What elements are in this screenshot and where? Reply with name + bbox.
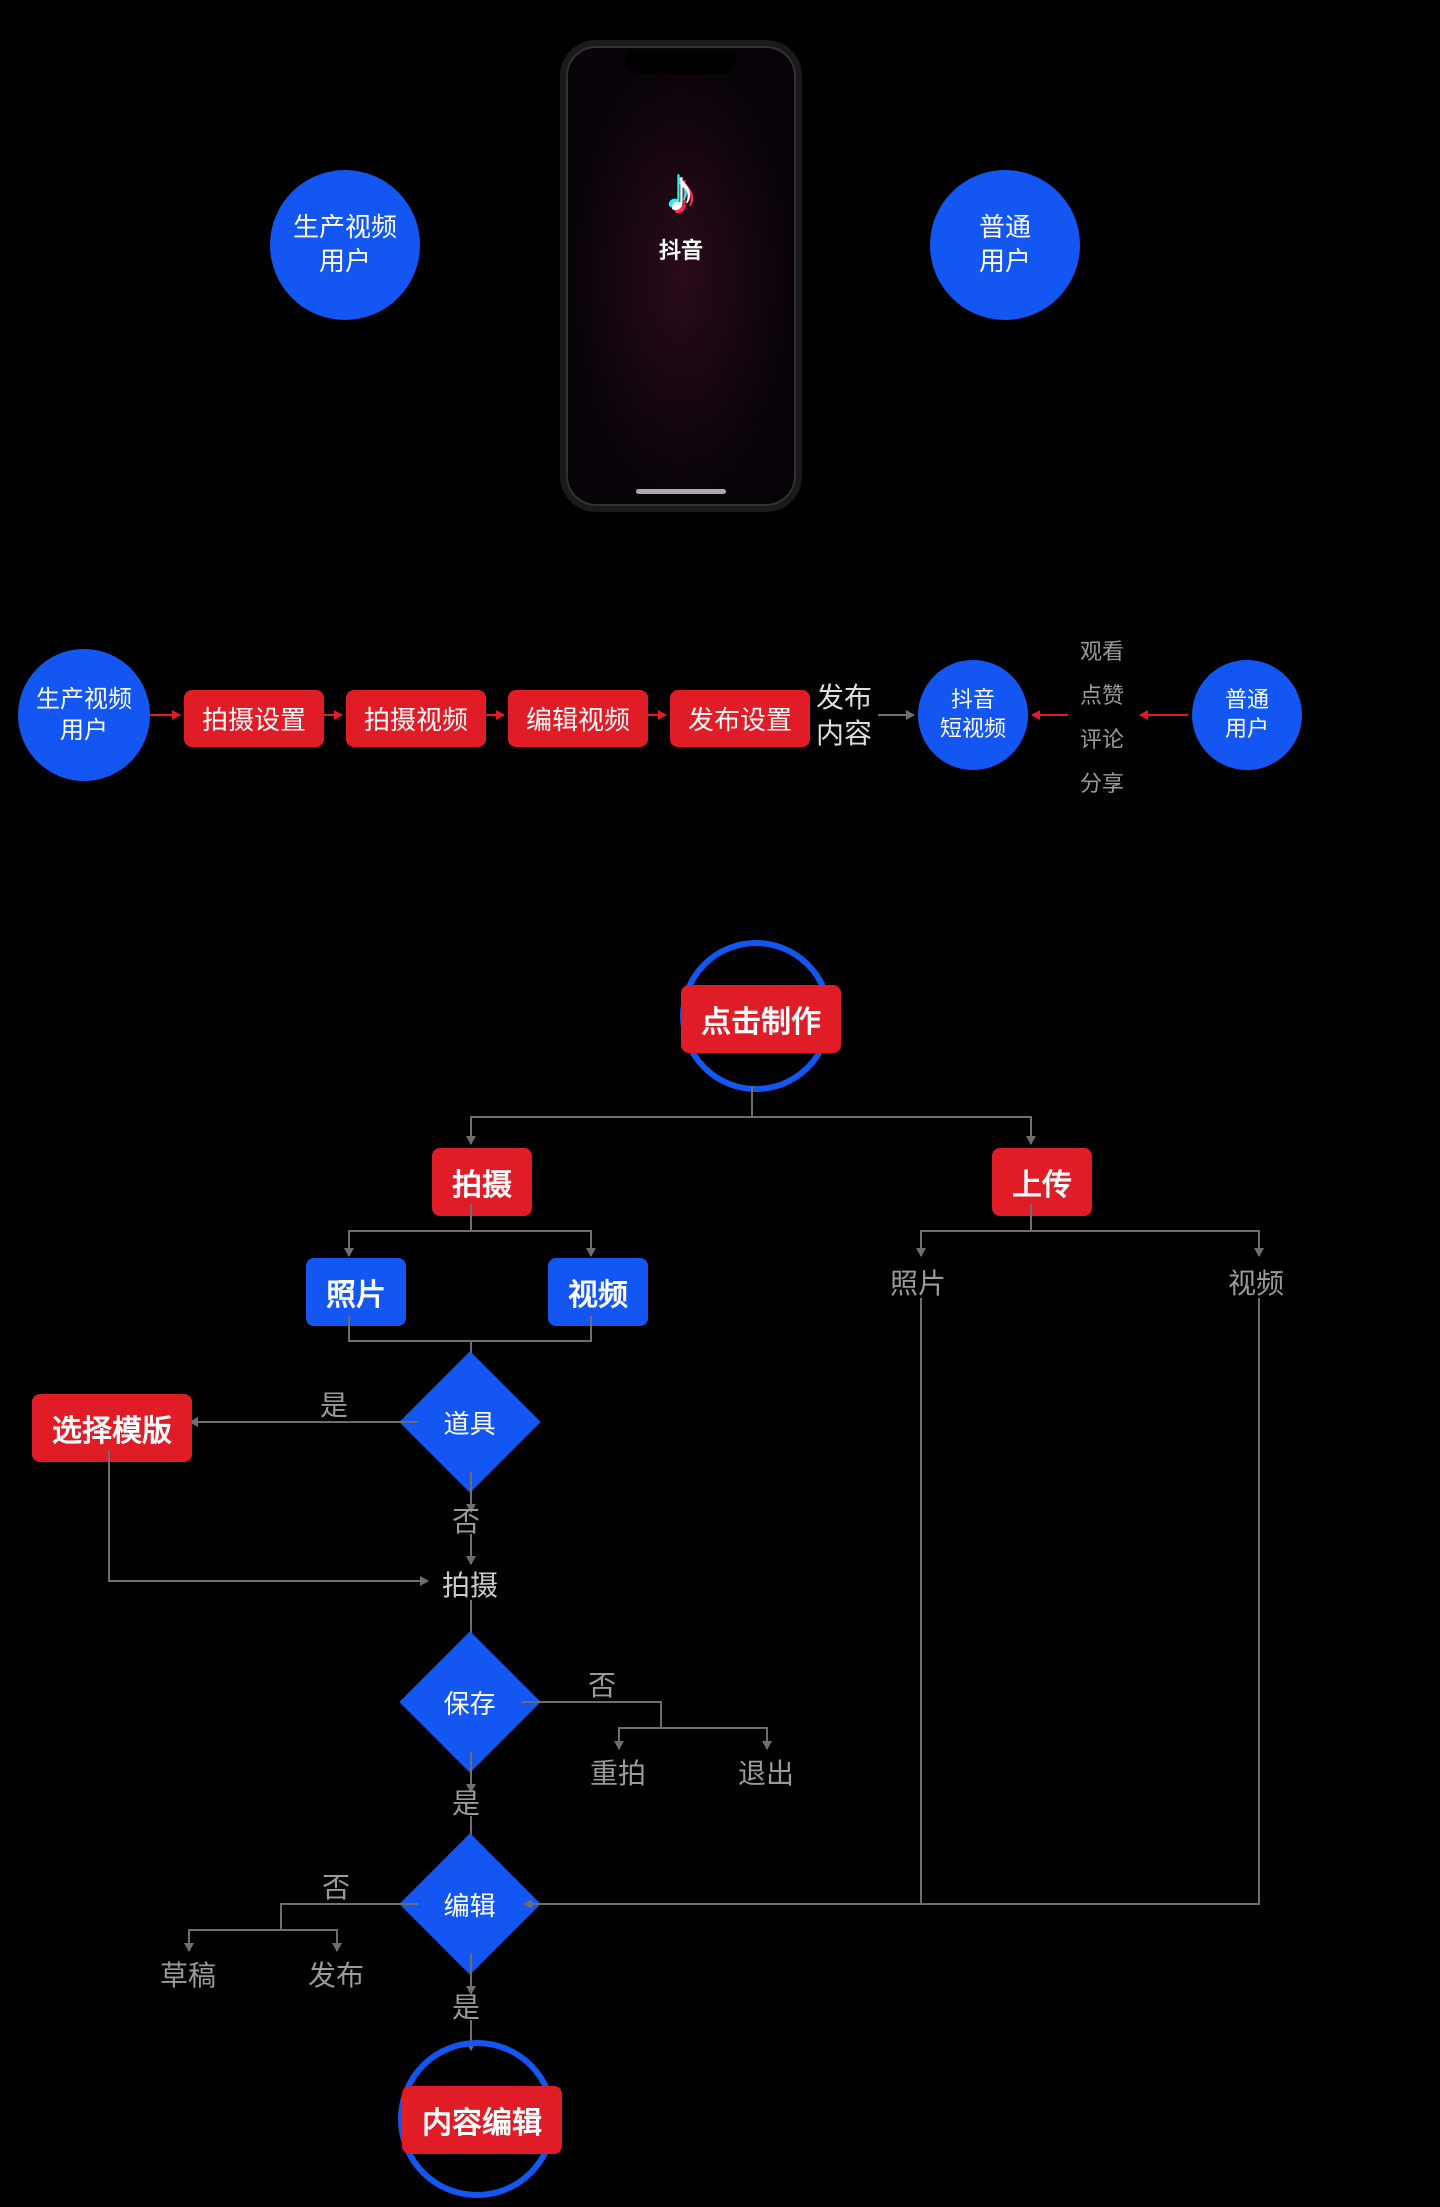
- flow-select-template: 选择模版: [32, 1394, 192, 1462]
- conn-draft-publish-split: [188, 1929, 338, 1931]
- pipeline-actions: 观看 点赞 评论 分享: [1080, 630, 1124, 806]
- pipeline-arrow-3: [636, 714, 666, 716]
- flow-select-template-label: 选择模版: [52, 1406, 172, 1450]
- pipeline-publish: 发布 内容: [816, 680, 872, 753]
- pipeline-creator-user: 生产视频 用户: [18, 649, 150, 781]
- pipeline-step-2: 编辑视频: [508, 690, 648, 747]
- normal-user-label: 普通 用户: [979, 211, 1031, 279]
- flow-props-no: 否: [452, 1500, 480, 1540]
- phone-home-indicator: [636, 489, 726, 494]
- conn-to-upload-video: [1258, 1230, 1260, 1256]
- pipeline-action-watch: 观看: [1080, 630, 1124, 674]
- conn-upload-down: [1030, 1204, 1032, 1230]
- conn-to-video: [590, 1230, 592, 1256]
- pipeline-arrow-4: [878, 714, 914, 716]
- pipeline-step-0-label: 拍摄设置: [202, 700, 306, 737]
- conn-to-photo: [348, 1230, 350, 1256]
- pipeline-short-video: 抖音 短视频: [918, 660, 1028, 770]
- conn-uploadphoto-long: [920, 1298, 922, 1903]
- conn-save-no-down: [660, 1701, 662, 1727]
- conn-split-top: [470, 1116, 1032, 1118]
- conn-to-shoot: [470, 1116, 472, 1144]
- conn-to-upload: [1030, 1116, 1032, 1144]
- conn-template-down: [108, 1450, 110, 1580]
- pipeline-step-0: 拍摄设置: [184, 690, 324, 747]
- conn-to-shoot-action: [470, 1534, 472, 1564]
- pipeline-action-comment: 评论: [1080, 718, 1124, 762]
- flow-retake: 重拍: [590, 1752, 646, 1792]
- conn-shoot-split: [348, 1230, 592, 1232]
- flow-photo-label: 照片: [326, 1270, 386, 1314]
- flow-edit-yes: 是: [452, 1986, 480, 2026]
- flow-save-no: 否: [588, 1664, 616, 1704]
- flow-save-yes: 是: [452, 1782, 480, 1822]
- conn-video-d: [590, 1316, 592, 1340]
- creator-user-label: 生产视频 用户: [293, 211, 397, 279]
- conn-props-yes: [190, 1421, 418, 1423]
- flow-edit-no: 否: [322, 1866, 350, 1906]
- flow-draft: 草稿: [160, 1954, 216, 1994]
- flow-start: 点击制作: [681, 985, 841, 1053]
- phone-notch: [626, 52, 736, 74]
- pipeline-normal-user-label: 普通 用户: [1225, 686, 1269, 743]
- pipeline-arrow-1: [312, 714, 342, 716]
- conn-edit-no-down: [280, 1903, 282, 1929]
- pipeline-arrow-5: [1032, 714, 1068, 716]
- flow-publish: 发布: [308, 1954, 364, 1994]
- app-name: 抖音: [659, 233, 703, 265]
- conn-to-publish2: [336, 1929, 338, 1951]
- flow-exit: 退出: [738, 1752, 794, 1792]
- phone-mockup: ♪ 抖音: [560, 40, 802, 512]
- music-note-icon: ♪: [659, 156, 703, 225]
- flow-edit-label: 编辑: [444, 1885, 496, 1922]
- conn-retake-exit-split: [618, 1727, 768, 1729]
- flow-shoot-label: 拍摄: [452, 1160, 512, 1204]
- conn-uploads-to-edit: [524, 1903, 1260, 1905]
- pipeline-arrow-6: [1140, 714, 1188, 716]
- conn-photo-d: [348, 1316, 350, 1340]
- pipeline-step-2-label: 编辑视频: [526, 700, 630, 737]
- conn-upload-split: [920, 1230, 1260, 1232]
- flow-video-label: 视频: [568, 1270, 628, 1314]
- conn-to-upload-photo: [920, 1230, 922, 1256]
- flow-photo: 照片: [306, 1258, 406, 1326]
- flow-content-edit-label: 内容编辑: [422, 2098, 542, 2142]
- douyin-logo: ♪ 抖音: [659, 156, 703, 265]
- conn-template-right: [108, 1580, 428, 1582]
- flow-props-yes: 是: [320, 1384, 348, 1424]
- pipeline-step-1-label: 拍摄视频: [364, 700, 468, 737]
- conn-to-draft: [188, 1929, 190, 1951]
- flow-content-edit: 内容编辑: [402, 2086, 562, 2154]
- flow-upload-label: 上传: [1012, 1160, 1072, 1204]
- conn-start-down: [751, 1086, 753, 1116]
- pipeline-creator-user-label: 生产视频 用户: [36, 684, 132, 746]
- pipeline-action-like: 点赞: [1080, 674, 1124, 718]
- pipeline-arrow-2: [474, 714, 504, 716]
- flow-shoot: 拍摄: [432, 1148, 532, 1216]
- flow-video: 视频: [548, 1258, 648, 1326]
- pipeline-step-3-label: 发布设置: [688, 700, 792, 737]
- conn-to-retake: [618, 1727, 620, 1749]
- flow-shoot-action: 拍摄: [442, 1564, 498, 1604]
- flow-upload-photo: 照片: [890, 1262, 946, 1302]
- conn-shoot-down: [470, 1204, 472, 1230]
- pipeline-short-video-label: 抖音 短视频: [940, 686, 1006, 743]
- pipeline-step-1: 拍摄视频: [346, 690, 486, 747]
- conn-uploadvideo-long: [1258, 1298, 1260, 1903]
- creator-user-bubble: 生产视频 用户: [270, 170, 420, 320]
- flow-upload-video: 视频: [1228, 1262, 1284, 1302]
- normal-user-bubble: 普通 用户: [930, 170, 1080, 320]
- flow-upload: 上传: [992, 1148, 1092, 1216]
- pipeline-step-3: 发布设置: [670, 690, 810, 747]
- conn-to-exit: [766, 1727, 768, 1749]
- flow-save-label: 保存: [444, 1683, 496, 1720]
- flow-props-label: 道具: [444, 1403, 496, 1440]
- pipeline-action-share: 分享: [1080, 762, 1124, 806]
- pipeline-arrow-0: [150, 714, 180, 716]
- flow-start-label: 点击制作: [701, 997, 821, 1041]
- pipeline-normal-user: 普通 用户: [1192, 660, 1302, 770]
